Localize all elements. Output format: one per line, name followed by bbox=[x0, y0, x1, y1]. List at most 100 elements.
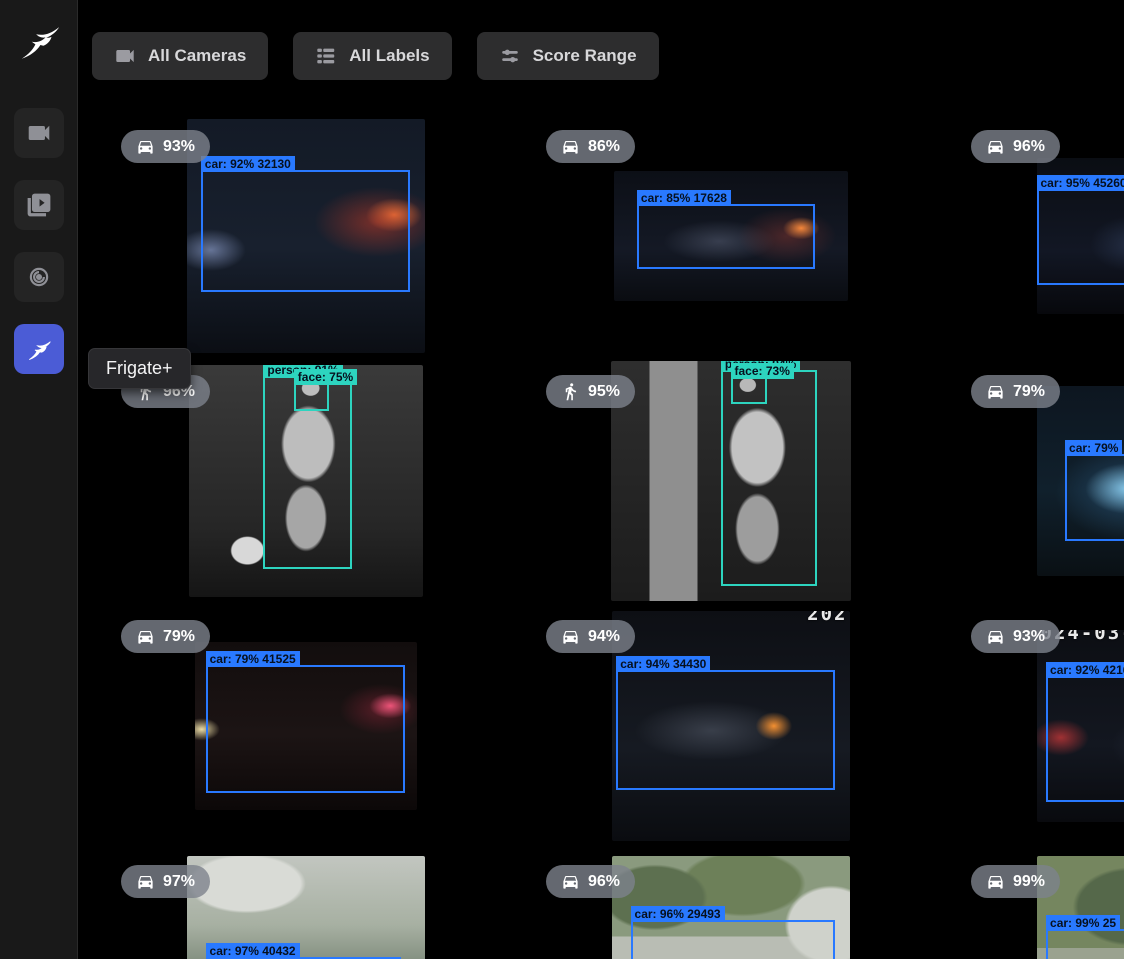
detection-thumbnail[interactable]: person: 94%face: 73% bbox=[611, 361, 851, 601]
person-walking-icon bbox=[561, 382, 580, 401]
explore-icon bbox=[26, 264, 52, 290]
detection-bounding-box: car: 96% 29493 bbox=[631, 920, 836, 959]
detection-card[interactable]: car: 99% 25 99% bbox=[943, 848, 1124, 959]
detection-card[interactable]: car: 97% 40432 97% bbox=[93, 848, 518, 959]
score-value: 95% bbox=[588, 383, 620, 401]
detection-label: face: 73% bbox=[731, 363, 794, 379]
detection-bounding-box: car: 99% 25 bbox=[1046, 929, 1124, 959]
car-icon bbox=[136, 627, 155, 646]
detection-card[interactable]: car: 92% 32130 93% bbox=[93, 113, 518, 358]
detection-bounding-box: car: 95% 45260 bbox=[1037, 189, 1124, 286]
camera-icon bbox=[26, 120, 52, 146]
score-badge: 94% bbox=[546, 620, 635, 653]
score-badge: 93% bbox=[121, 130, 210, 163]
score-value: 97% bbox=[163, 873, 195, 891]
sidebar bbox=[0, 0, 78, 959]
detection-label: car: 79% bbox=[1065, 440, 1122, 456]
detection-thumbnail[interactable]: car: 79% 41525 bbox=[195, 642, 417, 810]
detection-bounding-box: car: 94% 34430 bbox=[616, 670, 835, 790]
review-icon bbox=[26, 192, 52, 218]
detection-card[interactable]: car: 79% 41525 79% bbox=[93, 603, 518, 848]
main-content: All Cameras All Labels Score Range car: bbox=[78, 0, 1124, 959]
car-icon bbox=[136, 872, 155, 891]
detection-thumbnail[interactable]: car: 92% 32130 bbox=[187, 119, 425, 353]
score-badge: 95% bbox=[546, 375, 635, 408]
list-icon bbox=[315, 45, 337, 67]
detection-thumbnail[interactable]: person: 91%face: 75% bbox=[189, 365, 423, 597]
detection-thumbnail[interactable]: 024-03-0car: 92% 4216 bbox=[1037, 630, 1124, 822]
score-badge: 96% bbox=[546, 865, 635, 898]
score-value: 96% bbox=[1013, 138, 1045, 156]
detection-card[interactable]: person: 94%face: 73% 95% bbox=[518, 358, 943, 603]
score-badge: 79% bbox=[121, 620, 210, 653]
detection-bounding-box: car: 79% bbox=[1065, 454, 1124, 541]
detection-bounding-box: car: 85% 17628 bbox=[637, 204, 815, 269]
score-badge: 93% bbox=[971, 620, 1060, 653]
detections-grid: car: 92% 32130 93% car: 85% 17628 86% ca… bbox=[93, 113, 1124, 959]
detection-thumbnail[interactable]: 202 car: 94% 34430 bbox=[612, 611, 850, 841]
frigate-plus-tooltip: Frigate+ bbox=[88, 348, 191, 389]
score-value: 79% bbox=[163, 628, 195, 646]
sidebar-item-review[interactable] bbox=[14, 180, 64, 230]
car-icon bbox=[986, 382, 1005, 401]
filter-label: All Labels bbox=[349, 46, 429, 66]
detection-thumbnail[interactable]: car: 97% 40432 bbox=[187, 856, 425, 959]
detection-thumbnail[interactable]: car: 79% bbox=[1037, 386, 1124, 576]
detection-bounding-box: face: 75% bbox=[294, 383, 329, 411]
score-badge: 97% bbox=[121, 865, 210, 898]
detection-label: car: 97% 40432 bbox=[206, 943, 300, 959]
detection-label: car: 94% 34430 bbox=[616, 656, 710, 672]
camera-timestamp-osd: 202 bbox=[807, 611, 847, 625]
sidebar-item-frigate-plus[interactable] bbox=[14, 324, 64, 374]
detection-label: car: 79% 41525 bbox=[206, 651, 300, 667]
detection-card[interactable]: car: 79% 79% bbox=[943, 358, 1124, 603]
detection-bounding-box: face: 73% bbox=[731, 377, 767, 403]
score-badge: 79% bbox=[971, 375, 1060, 408]
score-value: 94% bbox=[588, 628, 620, 646]
score-value: 93% bbox=[1013, 628, 1045, 646]
score-badge: 86% bbox=[546, 130, 635, 163]
car-icon bbox=[561, 137, 580, 156]
car-icon bbox=[561, 872, 580, 891]
detection-label: car: 95% 45260 bbox=[1037, 175, 1124, 191]
detection-bounding-box: car: 79% 41525 bbox=[206, 665, 406, 793]
sidebar-item-live[interactable] bbox=[14, 108, 64, 158]
detection-card[interactable]: car: 95% 45260 96% bbox=[943, 113, 1124, 358]
frigate-plus-icon bbox=[26, 336, 52, 362]
filter-label: All Cameras bbox=[148, 46, 246, 66]
car-icon bbox=[561, 627, 580, 646]
detection-card[interactable]: person: 91%face: 75% 96% bbox=[93, 358, 518, 603]
detection-card[interactable]: car: 96% 29493 96% bbox=[518, 848, 943, 959]
score-value: 79% bbox=[1013, 383, 1045, 401]
detection-thumbnail[interactable]: car: 95% 45260 bbox=[1037, 158, 1124, 314]
all-labels-filter-button[interactable]: All Labels bbox=[293, 32, 451, 80]
all-cameras-filter-button[interactable]: All Cameras bbox=[92, 32, 268, 80]
score-value: 99% bbox=[1013, 873, 1045, 891]
frigate-bird-icon bbox=[16, 17, 62, 63]
sidebar-item-explore[interactable] bbox=[14, 252, 64, 302]
detection-card[interactable]: car: 85% 17628 86% bbox=[518, 113, 943, 358]
car-icon bbox=[136, 137, 155, 156]
detection-thumbnail[interactable]: car: 96% 29493 bbox=[612, 856, 850, 959]
car-icon bbox=[986, 627, 1005, 646]
detection-bounding-box: car: 92% 32130 bbox=[201, 170, 410, 292]
frigate-logo[interactable] bbox=[13, 12, 65, 68]
score-range-filter-button[interactable]: Score Range bbox=[477, 32, 659, 80]
sidebar-nav bbox=[14, 108, 64, 374]
score-badge: 99% bbox=[971, 865, 1060, 898]
filter-toolbar: All Cameras All Labels Score Range bbox=[78, 0, 1124, 80]
score-badge: 96% bbox=[971, 130, 1060, 163]
car-icon bbox=[986, 872, 1005, 891]
detection-bounding-box: car: 92% 4216 bbox=[1046, 676, 1124, 803]
sliders-icon bbox=[499, 45, 521, 67]
detection-label: face: 75% bbox=[294, 369, 357, 385]
score-value: 86% bbox=[588, 138, 620, 156]
detection-thumbnail[interactable]: car: 85% 17628 bbox=[614, 171, 848, 301]
detection-card[interactable]: 202 car: 94% 34430 94% bbox=[518, 603, 943, 848]
filter-label: Score Range bbox=[533, 46, 637, 66]
frigate-app: All Cameras All Labels Score Range car: bbox=[0, 0, 1124, 959]
detection-label: car: 85% 17628 bbox=[637, 190, 731, 206]
score-value: 96% bbox=[588, 873, 620, 891]
car-icon bbox=[986, 137, 1005, 156]
detection-card[interactable]: 024-03-0car: 92% 4216 93% bbox=[943, 603, 1124, 848]
